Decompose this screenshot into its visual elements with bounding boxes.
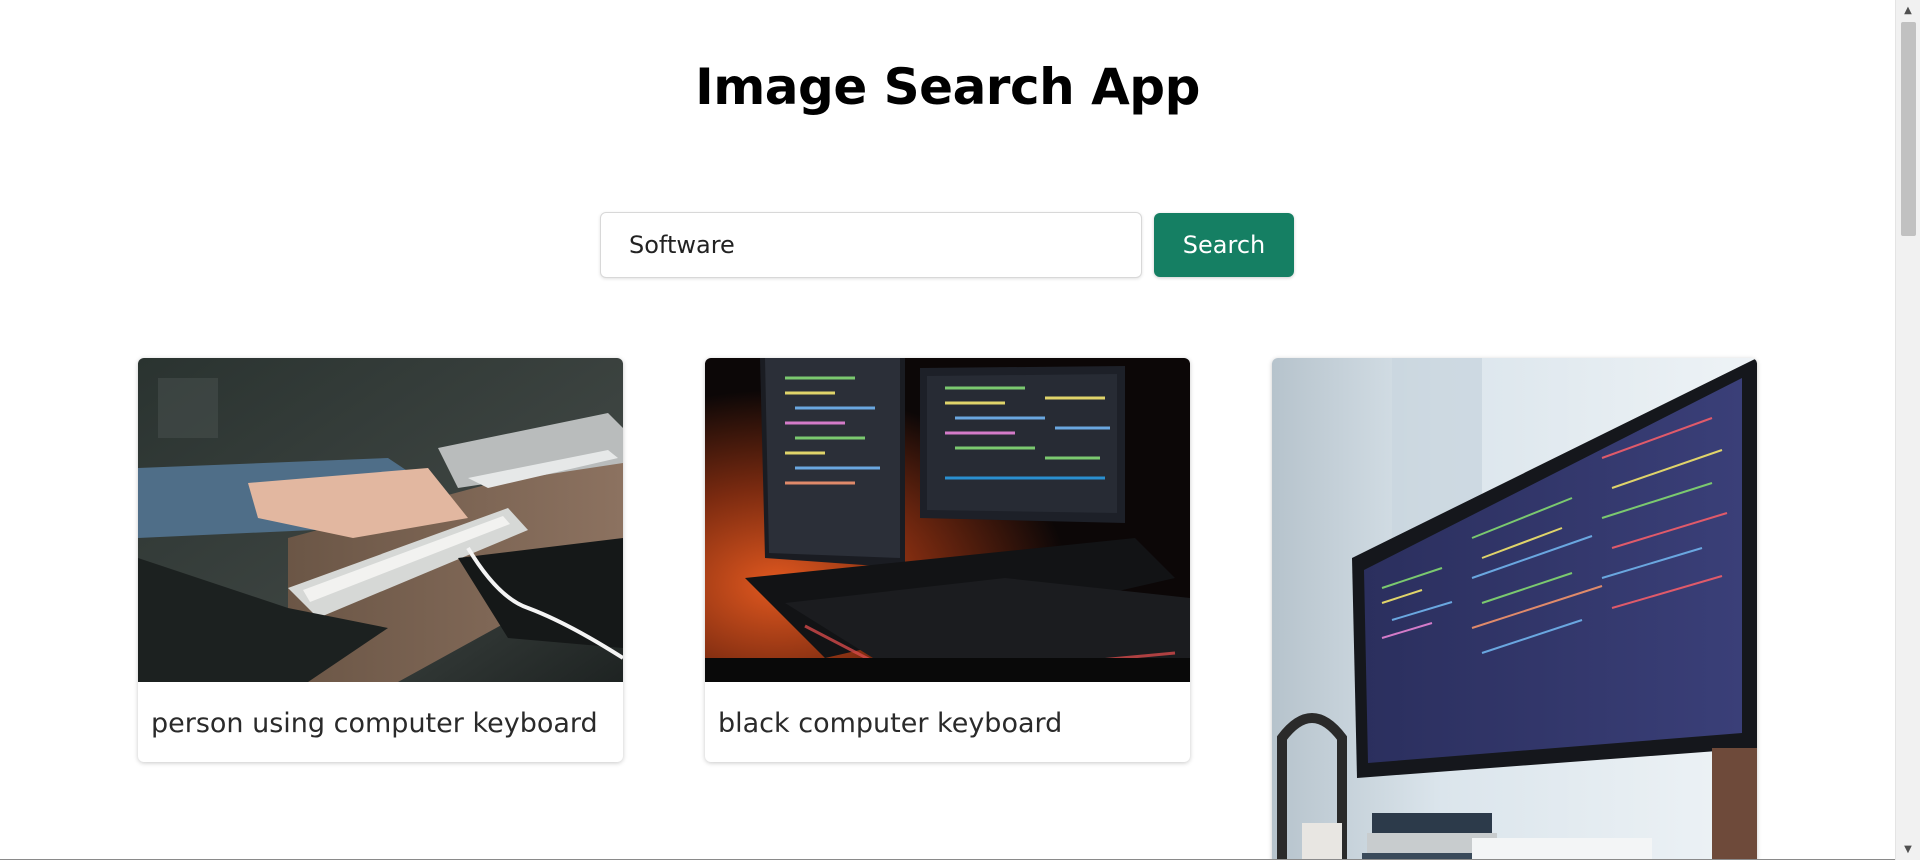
search-form: Search xyxy=(600,212,1295,278)
result-caption: person using computer keyboard xyxy=(151,708,598,739)
result-image-curved-monitor[interactable] xyxy=(1272,358,1757,860)
search-button[interactable]: Search xyxy=(1154,213,1294,277)
page: Image Search App Search xyxy=(0,0,1920,860)
result-image-keyboard-typing[interactable] xyxy=(138,358,623,682)
result-image-graphic xyxy=(138,358,623,682)
scrollbar-thumb[interactable] xyxy=(1901,22,1916,236)
result-card[interactable] xyxy=(1272,358,1757,860)
main-content: Image Search App Search xyxy=(0,0,1895,860)
result-image-graphic xyxy=(705,358,1190,682)
page-title: Image Search App xyxy=(695,58,1200,116)
result-image-black-keyboard[interactable] xyxy=(705,358,1190,682)
result-caption: black computer keyboard xyxy=(718,708,1063,739)
result-image-graphic xyxy=(1272,358,1757,860)
search-input[interactable] xyxy=(600,212,1142,278)
vertical-scrollbar[interactable]: ▲ ▼ xyxy=(1895,0,1920,860)
triangle-down-icon[interactable]: ▼ xyxy=(1896,841,1920,858)
triangle-up-icon[interactable]: ▲ xyxy=(1896,2,1920,19)
result-card[interactable]: person using computer keyboard xyxy=(138,358,623,762)
result-card[interactable]: black computer keyboard xyxy=(705,358,1190,762)
